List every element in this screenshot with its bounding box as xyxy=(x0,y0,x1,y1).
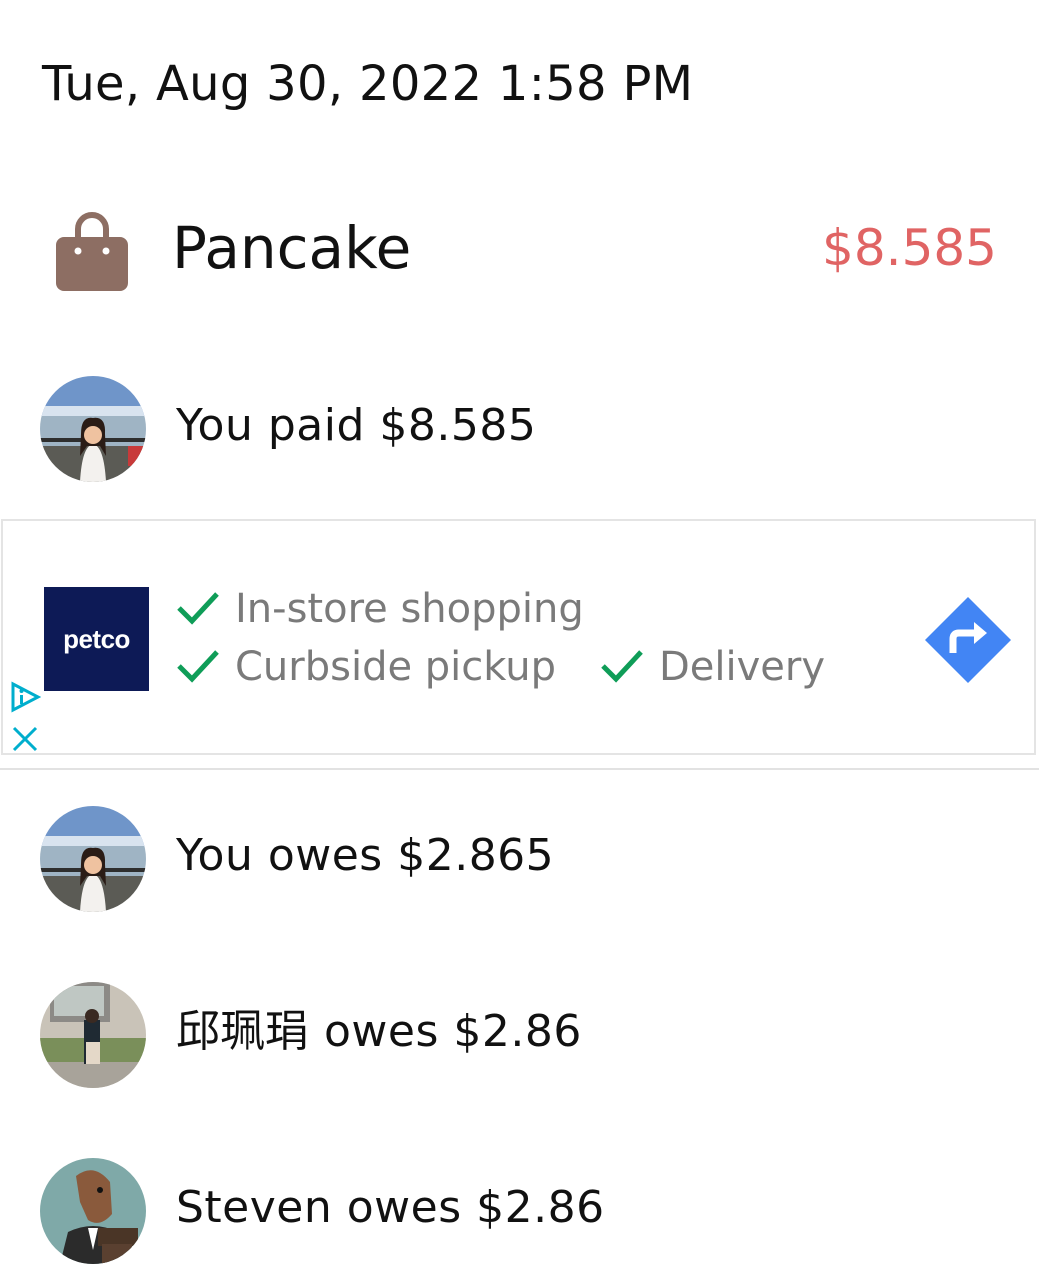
check-icon xyxy=(601,650,643,683)
payer-row[interactable]: You paid $8.585 xyxy=(0,374,1039,484)
expense-detail-page: Tue, Aug 30, 2022 1:58 PM Pancake $8.585 xyxy=(0,0,1039,1280)
feature-in-store: In-store shopping xyxy=(175,583,584,635)
check-icon xyxy=(177,592,219,625)
payer-text: You paid $8.585 xyxy=(176,400,537,451)
feature-curbside: Curbside pickup xyxy=(175,641,556,693)
split-row[interactable]: 邱珮琄 owes $2.86 xyxy=(0,980,1039,1090)
close-icon[interactable] xyxy=(11,725,39,753)
feature-label: Curbside pickup xyxy=(235,644,556,690)
check-icon xyxy=(177,650,219,683)
avatar xyxy=(40,806,146,912)
split-text: 邱珮琄 owes $2.86 xyxy=(176,1006,582,1057)
avatar xyxy=(40,1158,146,1264)
ad-banner[interactable]: petco In-store shopping Curbside pickup … xyxy=(1,519,1036,755)
avatar xyxy=(40,376,146,482)
expense-title: Pancake xyxy=(172,214,412,282)
split-row[interactable]: You owes $2.865 xyxy=(0,804,1039,914)
avatar xyxy=(40,982,146,1088)
split-row[interactable]: Steven owes $2.86 xyxy=(0,1156,1039,1266)
directions-icon[interactable] xyxy=(923,595,1013,685)
divider xyxy=(0,768,1039,770)
feature-label: Delivery xyxy=(659,644,826,690)
petco-logo: petco xyxy=(44,587,149,691)
expense-timestamp: Tue, Aug 30, 2022 1:58 PM xyxy=(42,56,694,112)
feature-label: In-store shopping xyxy=(235,586,584,632)
split-text: Steven owes $2.86 xyxy=(176,1182,605,1233)
adchoices-icon[interactable] xyxy=(9,681,41,713)
feature-delivery: Delivery xyxy=(599,641,825,693)
split-text: You owes $2.865 xyxy=(176,830,555,881)
expense-summary-row: Pancake $8.585 xyxy=(0,195,1039,305)
shopping-bag-icon xyxy=(56,212,128,291)
expense-amount: $8.585 xyxy=(822,219,997,277)
